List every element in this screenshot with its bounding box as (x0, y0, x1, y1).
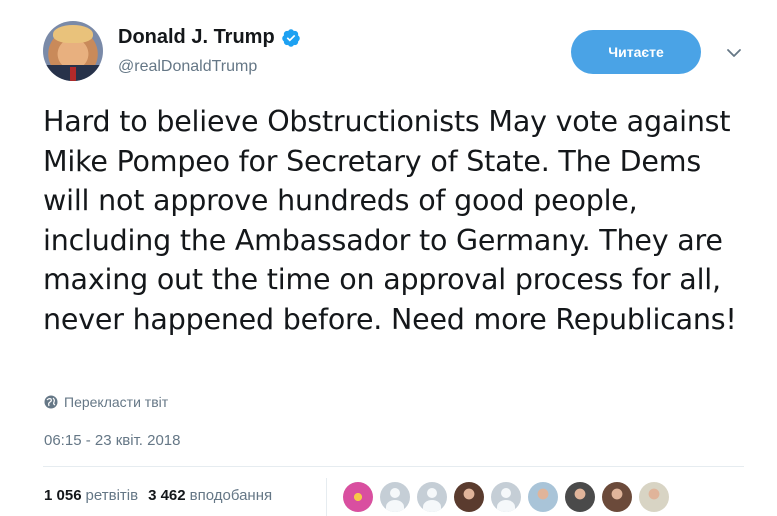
translate-label: Перекласти твіт (64, 394, 169, 410)
verified-badge-icon (281, 28, 300, 47)
stats-separator (326, 478, 327, 516)
tweet-text: Hard to believe Obstructionists May vote… (43, 105, 737, 336)
tweet-timestamp[interactable]: 06:15 - 23 квіт. 2018 (44, 432, 181, 449)
retweets-label: ретвітів (85, 487, 139, 504)
likes-label: вподобання (189, 487, 273, 504)
divider (43, 466, 744, 467)
liker-avatar-frame[interactable] (639, 482, 669, 512)
liker-avatar-statue[interactable] (565, 482, 595, 512)
liker-avatar-photo-2[interactable] (602, 482, 632, 512)
likers-avatar-list (343, 482, 676, 512)
retweets-stat[interactable]: 1 056 ретвітів (44, 487, 138, 504)
globe-icon (44, 395, 58, 409)
avatar[interactable] (43, 21, 103, 81)
avatar-tie (70, 67, 76, 81)
chevron-down-icon[interactable] (725, 44, 743, 62)
avatar-hair (53, 25, 93, 43)
liker-avatar-default-3[interactable] (491, 482, 521, 512)
likes-count: 3 462 (148, 487, 186, 504)
user-handle[interactable]: @realDonaldTrump (118, 58, 257, 76)
name-row: Donald J. Trump (118, 26, 301, 49)
following-button[interactable]: Читаєте (571, 30, 701, 74)
likes-stat[interactable]: 3 462 вподобання (148, 487, 272, 504)
liker-avatar-flower[interactable] (343, 482, 373, 512)
translate-tweet-link[interactable]: Перекласти твіт (44, 394, 168, 410)
liker-avatar-beach[interactable] (528, 482, 558, 512)
liker-avatar-photo-1[interactable] (454, 482, 484, 512)
liker-avatar-default-1[interactable] (380, 482, 410, 512)
tweet-stats: 1 056 ретвітів 3 462 вподобання (44, 487, 282, 504)
liker-avatar-default-2[interactable] (417, 482, 447, 512)
retweets-count: 1 056 (44, 487, 82, 504)
display-name[interactable]: Donald J. Trump (118, 26, 275, 49)
